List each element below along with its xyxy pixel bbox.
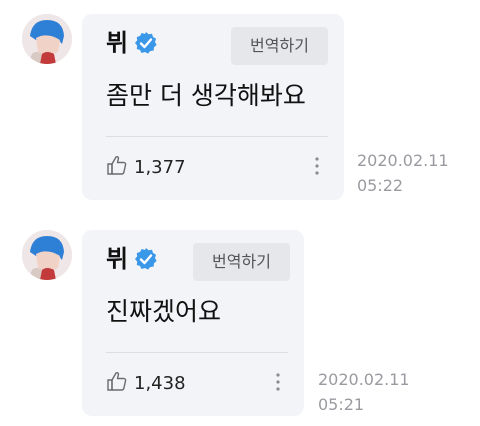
thumbs-up-icon <box>106 370 128 396</box>
like-count: 1,438 <box>134 372 186 394</box>
more-options-icon[interactable] <box>275 372 281 392</box>
like-count: 1,377 <box>134 156 186 178</box>
comment-text: 좀만 더 생각해봐요 <box>106 81 306 110</box>
like-button[interactable]: 1,377 <box>106 154 186 180</box>
divider <box>106 136 328 137</box>
message-item: 뷔 번역하기 진짜겠어요 1,438 2020.02.11 05:21 <box>0 218 480 426</box>
more-options-icon[interactable] <box>314 156 320 176</box>
timestamp-time: 05:21 <box>318 395 365 414</box>
timestamp-date: 2020.02.11 <box>357 151 449 170</box>
comment-text: 진짜겠어요 <box>106 297 222 326</box>
timestamp-time: 05:22 <box>357 176 404 195</box>
verified-check-icon <box>134 247 158 271</box>
comment-bubble: 뷔 번역하기 좀만 더 생각해봐요 1,377 <box>82 14 344 200</box>
comment-bubble: 뷔 번역하기 진짜겠어요 1,438 <box>82 230 304 416</box>
thumbs-up-icon <box>106 154 128 180</box>
translate-button[interactable]: 번역하기 <box>193 243 290 281</box>
author-name[interactable]: 뷔 <box>106 28 128 58</box>
avatar[interactable] <box>22 14 72 64</box>
divider <box>106 352 288 353</box>
verified-check-icon <box>134 31 158 55</box>
message-item: 뷔 번역하기 좀만 더 생각해봐요 1,377 2020.02.11 05:22 <box>0 0 480 210</box>
timestamp-date: 2020.02.11 <box>318 370 410 389</box>
like-button[interactable]: 1,438 <box>106 370 186 396</box>
translate-button[interactable]: 번역하기 <box>231 27 328 65</box>
author-name[interactable]: 뷔 <box>106 244 128 274</box>
avatar[interactable] <box>22 230 72 280</box>
